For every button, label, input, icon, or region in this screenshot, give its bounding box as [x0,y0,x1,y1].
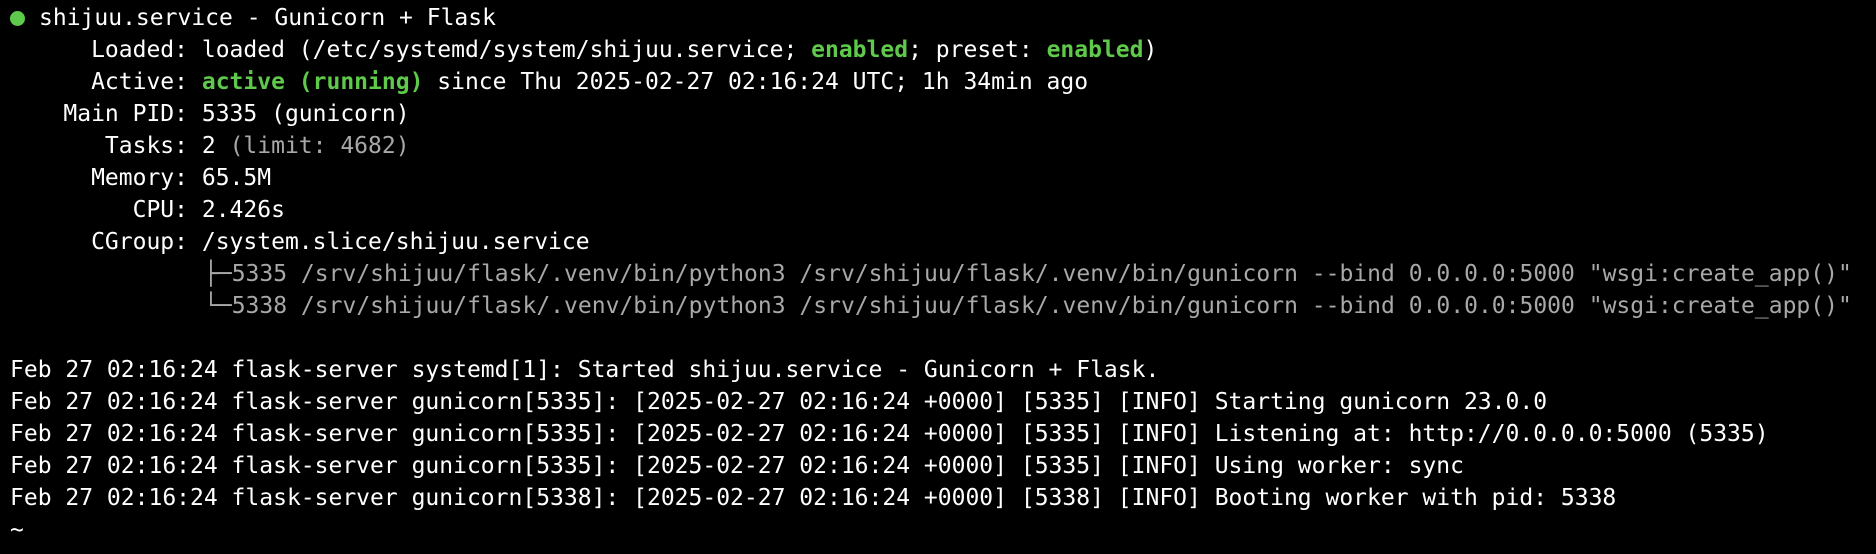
terminal-window[interactable]: shijuu.service - Gunicorn + Flask Loaded… [0,0,1876,554]
pager-tilde-line: ~ [10,514,1876,546]
main-pid-label: Main PID: [63,101,188,127]
log-line: Feb 27 02:16:24 flask-server gunicorn[53… [10,389,1548,415]
service-title-line: shijuu.service - Gunicorn + Flask [10,2,1876,34]
tasks-label: Tasks: [104,133,188,159]
cpu-value: 2.426s [201,197,285,223]
cgroup-process-5338: └─5338 /srv/shijuu/flask/.venv/bin/pytho… [10,290,1876,322]
memory-label: Memory: [91,165,188,191]
loaded-line: Loaded: loaded (/etc/systemd/system/shij… [10,34,1876,66]
loaded-enabled: enabled [811,37,909,63]
loaded-middle: ; preset: [908,37,1047,63]
status-dot-icon [10,11,25,26]
loaded-prefix: loaded (/etc/systemd/system/shijuu.servi… [201,37,812,63]
main-pid-line: Main PID: 5335 (gunicorn) [10,98,1876,130]
cgroup-process-text: └─5338 /srv/shijuu/flask/.venv/bin/pytho… [204,293,1852,319]
cgroup-label: CGroup: [91,229,188,255]
cpu-line: CPU: 2.426s [10,194,1876,226]
tasks-line: Tasks: 2 (limit: 4682) [10,130,1876,162]
cpu-label: CPU: [132,197,188,223]
active-line: Active: active (running) since Thu 2025-… [10,66,1876,98]
loaded-preset: enabled [1046,37,1144,63]
tasks-limit: (limit: 4682) [229,133,410,159]
pager-tilde: ~ [10,517,24,543]
memory-line: Memory: 65.5M [10,162,1876,194]
cgroup-process-5335: ├─5335 /srv/shijuu/flask/.venv/bin/pytho… [10,258,1876,290]
log-line: Feb 27 02:16:24 flask-server systemd[1]:… [10,357,1160,383]
cgroup-value: /system.slice/shijuu.service [201,229,590,255]
main-pid-value: 5335 (gunicorn) [201,101,410,127]
active-since: since Thu 2025-02-27 02:16:24 UTC; 1h 34… [423,69,1089,95]
loaded-label: Loaded: [91,37,188,63]
loaded-suffix: ) [1143,37,1158,63]
service-title: shijuu.service - Gunicorn + Flask [39,5,496,31]
active-label: Active: [91,69,188,95]
tasks-value: 2 [201,133,230,159]
cgroup-process-text: ├─5335 /srv/shijuu/flask/.venv/bin/pytho… [204,261,1852,287]
cgroup-line: CGroup: /system.slice/shijuu.service [10,226,1876,258]
log-line: Feb 27 02:16:24 flask-server gunicorn[53… [10,421,1769,447]
log-line: Feb 27 02:16:24 flask-server gunicorn[53… [10,485,1617,511]
memory-value: 65.5M [201,165,272,191]
active-state: active (running) [201,69,424,95]
log-line: Feb 27 02:16:24 flask-server gunicorn[53… [10,453,1464,479]
